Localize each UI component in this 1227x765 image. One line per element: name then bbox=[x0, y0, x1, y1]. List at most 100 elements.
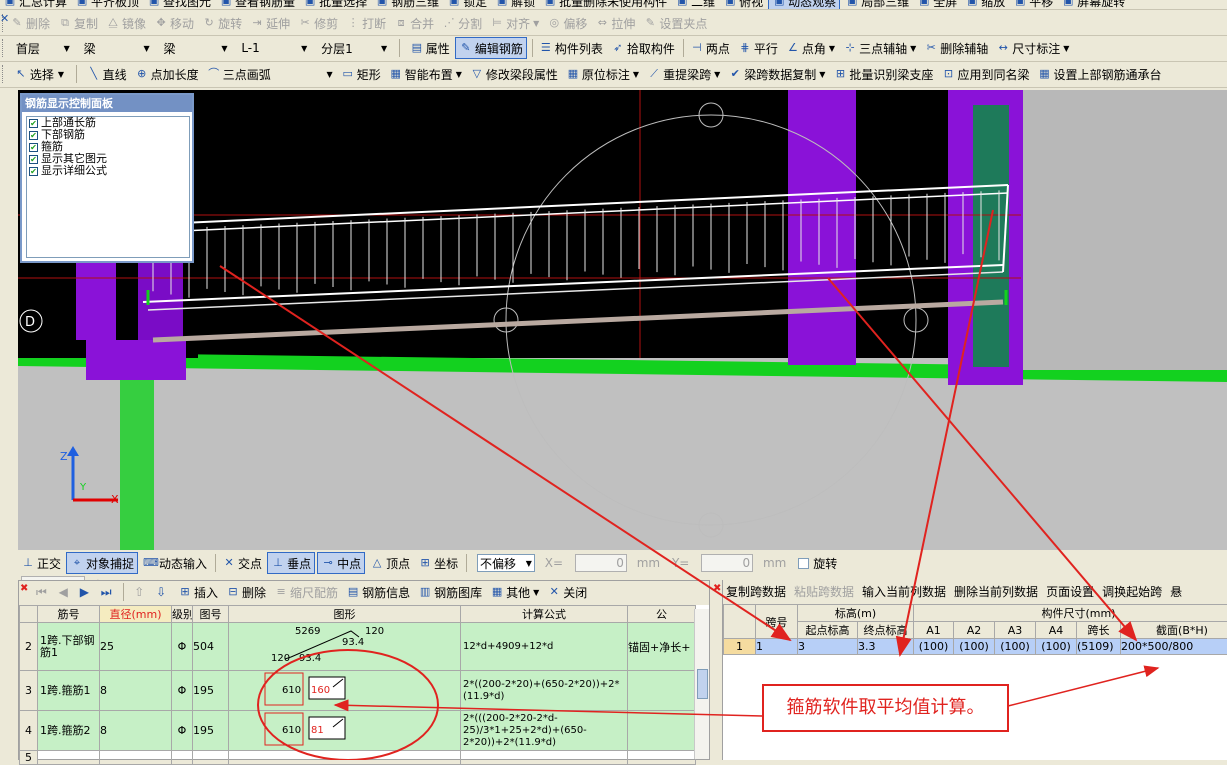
table-row[interactable]: 5 bbox=[20, 751, 696, 765]
rotate-checkbox[interactable] bbox=[798, 558, 809, 569]
move-down-button[interactable]: ⇩ bbox=[153, 581, 169, 603]
menu-item-3[interactable]: ▣查看钢筋量 bbox=[216, 0, 298, 10]
rebar-column-header[interactable]: 图号 bbox=[193, 606, 229, 623]
select-tool-button[interactable]: ↖选择▼ bbox=[11, 63, 67, 85]
checkbox-checked-icon[interactable]: ✔ bbox=[29, 131, 38, 140]
span-tool-1[interactable]: 粘贴跨数据 bbox=[791, 580, 857, 602]
offset-mode-select[interactable]: 不偏移▼ bbox=[477, 554, 535, 572]
rebar-name[interactable]: 1跨.箍筋1 bbox=[38, 671, 100, 711]
rebar-formula[interactable]: 12*d+4909+12*d bbox=[461, 623, 628, 671]
span-cell-a3[interactable]: (100) bbox=[995, 639, 1036, 655]
snap-5[interactable]: ⊸中点 bbox=[317, 552, 365, 574]
rebar-diameter[interactable] bbox=[100, 751, 172, 765]
draw-tool-7[interactable]: ⟋重提梁跨▼ bbox=[644, 63, 723, 85]
rebar-figure-number[interactable]: 195 bbox=[193, 711, 229, 751]
table-row[interactable]: 1133.3(100)(100)(100)(100)(5109)200*500/… bbox=[724, 639, 1227, 655]
rebar-tool-2[interactable]: ≡缩尺配筋 bbox=[271, 581, 341, 603]
rebar-name[interactable]: 1跨.下部钢筋1 bbox=[38, 623, 100, 671]
close-icon[interactable]: ✕ bbox=[0, 12, 12, 26]
menu-item-2[interactable]: ▣查找图元 bbox=[144, 0, 214, 10]
close-pane-icon[interactable]: ✖ bbox=[20, 583, 28, 594]
last-record-button[interactable]: ⏭ bbox=[98, 581, 115, 603]
component-tool-5[interactable]: ⋕平行 bbox=[735, 37, 781, 59]
span-column-header[interactable]: A4 bbox=[1036, 622, 1077, 639]
span-tool-5[interactable]: 调换起始跨 bbox=[1099, 580, 1165, 602]
draw-tool-8[interactable]: ✔梁跨数据复制▼ bbox=[725, 63, 828, 85]
span-cell-a1[interactable]: (100) bbox=[914, 639, 954, 655]
edit-tool-1[interactable]: ⧉复制 bbox=[55, 12, 101, 34]
rebar-table-scrollbar[interactable] bbox=[694, 609, 709, 759]
rebar-tool-0[interactable]: ⊞插入 bbox=[175, 581, 221, 603]
rebar-column-header[interactable]: 级别 bbox=[172, 606, 193, 623]
span-column-header[interactable]: A1 bbox=[914, 622, 954, 639]
component-tool-1[interactable]: ✎编辑钢筋 bbox=[455, 37, 527, 59]
span-tool-6[interactable]: 悬 bbox=[1167, 580, 1185, 602]
floor-select[interactable]: 首层▼ bbox=[14, 39, 72, 57]
arc-mode-select[interactable]: ▼ bbox=[279, 65, 335, 83]
menu-item-10[interactable]: ▣俯视 bbox=[720, 0, 766, 10]
rebar-tool-3[interactable]: ▤钢筋信息 bbox=[343, 581, 413, 603]
snap-3[interactable]: ✕交点 bbox=[219, 552, 265, 574]
snap-6[interactable]: △顶点 bbox=[367, 552, 413, 574]
draw-tool-6[interactable]: ▦原位标注▼ bbox=[563, 63, 642, 85]
edit-tool-0[interactable]: ✎删除 bbox=[7, 12, 53, 34]
type-select[interactable]: 梁▼ bbox=[161, 39, 229, 57]
rebar-description[interactable] bbox=[628, 751, 696, 765]
span-cell-span[interactable]: 1 bbox=[756, 639, 798, 655]
rebar-description[interactable]: 锚固+净长+ bbox=[628, 623, 696, 671]
checkbox-checked-icon[interactable]: ✔ bbox=[29, 119, 38, 128]
first-record-button[interactable]: ⏮ bbox=[33, 581, 50, 603]
checkbox-checked-icon[interactable]: ✔ bbox=[29, 155, 38, 164]
span-column-header[interactable]: 跨长 bbox=[1077, 622, 1121, 639]
span-tool-4[interactable]: 页面设置 bbox=[1043, 580, 1097, 602]
snap-4[interactable]: ⊥垂点 bbox=[267, 552, 315, 574]
3d-viewport[interactable]: D Z X Y bbox=[18, 90, 1227, 550]
span-tool-2[interactable]: 输入当前列数据 bbox=[859, 580, 949, 602]
rebar-tool-5[interactable]: ▦其他▼ bbox=[487, 581, 542, 603]
rebar-grade[interactable]: Φ bbox=[172, 711, 193, 751]
draw-tool-11[interactable]: ▦设置上部钢筋通承台 bbox=[1034, 63, 1164, 85]
span-column-header[interactable]: A3 bbox=[995, 622, 1036, 639]
edit-tool-2[interactable]: ⧋镜像 bbox=[103, 12, 149, 34]
rebar-name[interactable] bbox=[38, 751, 100, 765]
rebar-column-header[interactable]: 直径(mm) bbox=[100, 606, 172, 623]
span-column-header[interactable]: 起点标高 bbox=[798, 622, 858, 639]
draw-tool-1[interactable]: ⊕点加长度 bbox=[132, 63, 202, 85]
next-record-button[interactable]: ▶ bbox=[77, 581, 92, 603]
rebar-grade[interactable] bbox=[172, 751, 193, 765]
snap-0[interactable]: ⊥正交 bbox=[18, 552, 64, 574]
rebar-figure-number[interactable]: 504 bbox=[193, 623, 229, 671]
draw-tool-2[interactable]: ⌒三点画弧 bbox=[204, 63, 274, 85]
snap-2[interactable]: ⌨动态输入 bbox=[140, 552, 210, 574]
table-row[interactable]: 41跨.箍筋28Φ195610812*(((200-2*20-2*d-25)/3… bbox=[20, 711, 696, 751]
draw-tool-4[interactable]: ▦智能布置▼ bbox=[386, 63, 465, 85]
rebar-tool-6[interactable]: ✕关闭 bbox=[544, 581, 590, 603]
edit-tool-7[interactable]: ⋮打断 bbox=[343, 12, 389, 34]
menu-item-8[interactable]: ▣批量删除未使用构件 bbox=[540, 0, 670, 10]
span-column-header[interactable]: A2 bbox=[954, 622, 995, 639]
span-cell-section[interactable]: 200*500/800 bbox=[1121, 639, 1227, 655]
table-row[interactable]: 21跨.下部钢筋125Φ504526912093.412093.412*d+49… bbox=[20, 623, 696, 671]
rebar-column-header[interactable]: 图形 bbox=[229, 606, 461, 623]
menu-item-6[interactable]: ▣锁定 bbox=[444, 0, 490, 10]
member-select[interactable]: L-1▼ bbox=[239, 39, 309, 57]
rotate-toggle[interactable]: 旋转 bbox=[795, 552, 840, 574]
edit-tool-6[interactable]: ✂修剪 bbox=[295, 12, 341, 34]
rebar-formula[interactable]: 2*(((200-2*20-2*d-25)/3*1+25+2*d)+(650-2… bbox=[461, 711, 628, 751]
rebar-figure-number[interactable] bbox=[193, 751, 229, 765]
menu-item-5[interactable]: ▣钢筋三维 bbox=[372, 0, 442, 10]
component-tool-9[interactable]: ↔尺寸标注▼ bbox=[993, 37, 1072, 59]
menu-item-16[interactable]: ▣屏幕旋转 bbox=[1058, 0, 1128, 10]
menu-item-4[interactable]: ▣批量选择 bbox=[300, 0, 370, 10]
span-cell-idx[interactable]: 1 bbox=[724, 639, 756, 655]
edit-tool-3[interactable]: ✥移动 bbox=[151, 12, 197, 34]
draw-tool-5[interactable]: ▽修改梁段属性 bbox=[467, 63, 561, 85]
edit-tool-12[interactable]: ⇔拉伸 bbox=[592, 12, 638, 34]
prev-record-button[interactable]: ◀ bbox=[56, 581, 71, 603]
close-pane-icon[interactable]: ✖ bbox=[713, 583, 721, 594]
span-tool-3[interactable]: 删除当前列数据 bbox=[951, 580, 1041, 602]
rebar-grade[interactable]: Φ bbox=[172, 623, 193, 671]
edit-tool-13[interactable]: ✎设置夹点 bbox=[640, 12, 710, 34]
edit-tool-9[interactable]: ⋰分割 bbox=[439, 12, 485, 34]
row-number[interactable]: 2 bbox=[20, 623, 38, 671]
